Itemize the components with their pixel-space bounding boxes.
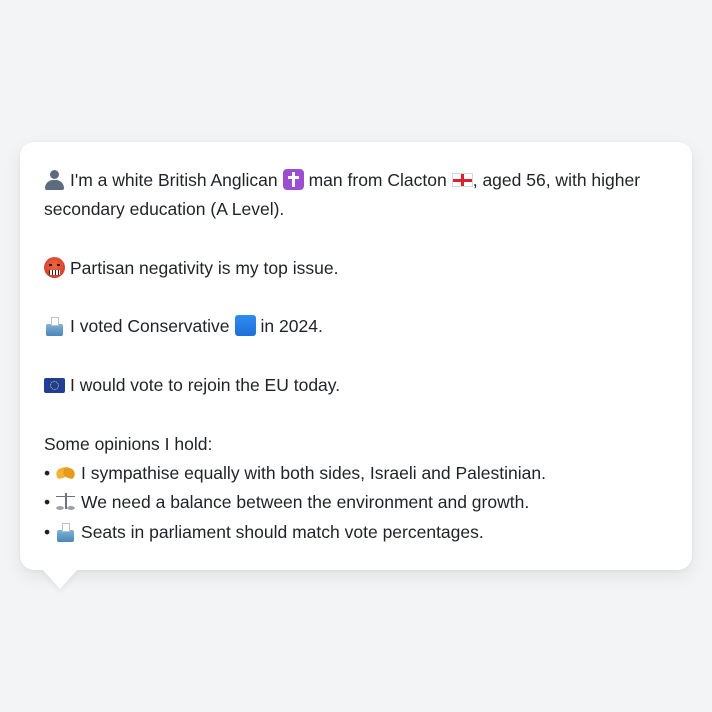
bullet: •: [44, 492, 51, 513]
vote-line: I voted Conservative in 2024.: [44, 312, 668, 341]
person-silhouette-icon: [44, 169, 65, 190]
identity-text-2: man from Clacton: [308, 170, 447, 190]
ballot-box-icon: [44, 315, 65, 337]
balance-scale-icon: [55, 491, 76, 512]
top-issue-line: Partisan negativity is my top issue.: [44, 254, 668, 283]
handshake-icon: [55, 462, 76, 483]
latin-cross-icon: [282, 169, 304, 190]
bullet: •: [44, 462, 51, 483]
eu-line: I would vote to rejoin the EU today.: [44, 371, 668, 400]
persona-speech-bubble: I'm a white British Anglican man from Cla…: [20, 142, 692, 570]
eu-flag-icon: [44, 378, 65, 394]
opinion-item: • I sympathise equally with both sides, …: [44, 459, 668, 488]
identity-line-2: secondary education (A Level).: [44, 199, 285, 220]
eu-text: I would vote to rejoin the EU today.: [70, 375, 341, 396]
opinion-item: • We need a balance between the environm…: [44, 488, 668, 517]
blue-square-icon: [234, 315, 256, 337]
angry-face-icon: [44, 256, 65, 278]
opinions-heading: Some opinions I hold:: [44, 433, 213, 454]
opinion-text: I sympathise equally with both sides, Is…: [81, 462, 546, 483]
identity-text-3: , aged 56, with higher: [472, 170, 641, 190]
opinion-text: We need a balance between the environmen…: [81, 492, 530, 513]
ballot-box-icon: [55, 521, 76, 542]
speech-bubble-tail: [42, 569, 78, 589]
vote-text-2: in 2024.: [260, 316, 323, 337]
vote-text-1: I voted Conservative: [70, 316, 230, 337]
england-flag-icon: [451, 173, 473, 187]
top-issue-text: Partisan negativity is my top issue.: [70, 257, 339, 278]
opinion-text: Seats in parliament should match vote pe…: [81, 521, 484, 542]
opinion-item: • Seats in parliament should match vote …: [44, 518, 668, 547]
identity-text-1: I'm a white British Anglican: [70, 170, 278, 190]
identity-line: I'm a white British Anglican man from Cla…: [44, 166, 668, 195]
bullet: •: [44, 521, 51, 542]
